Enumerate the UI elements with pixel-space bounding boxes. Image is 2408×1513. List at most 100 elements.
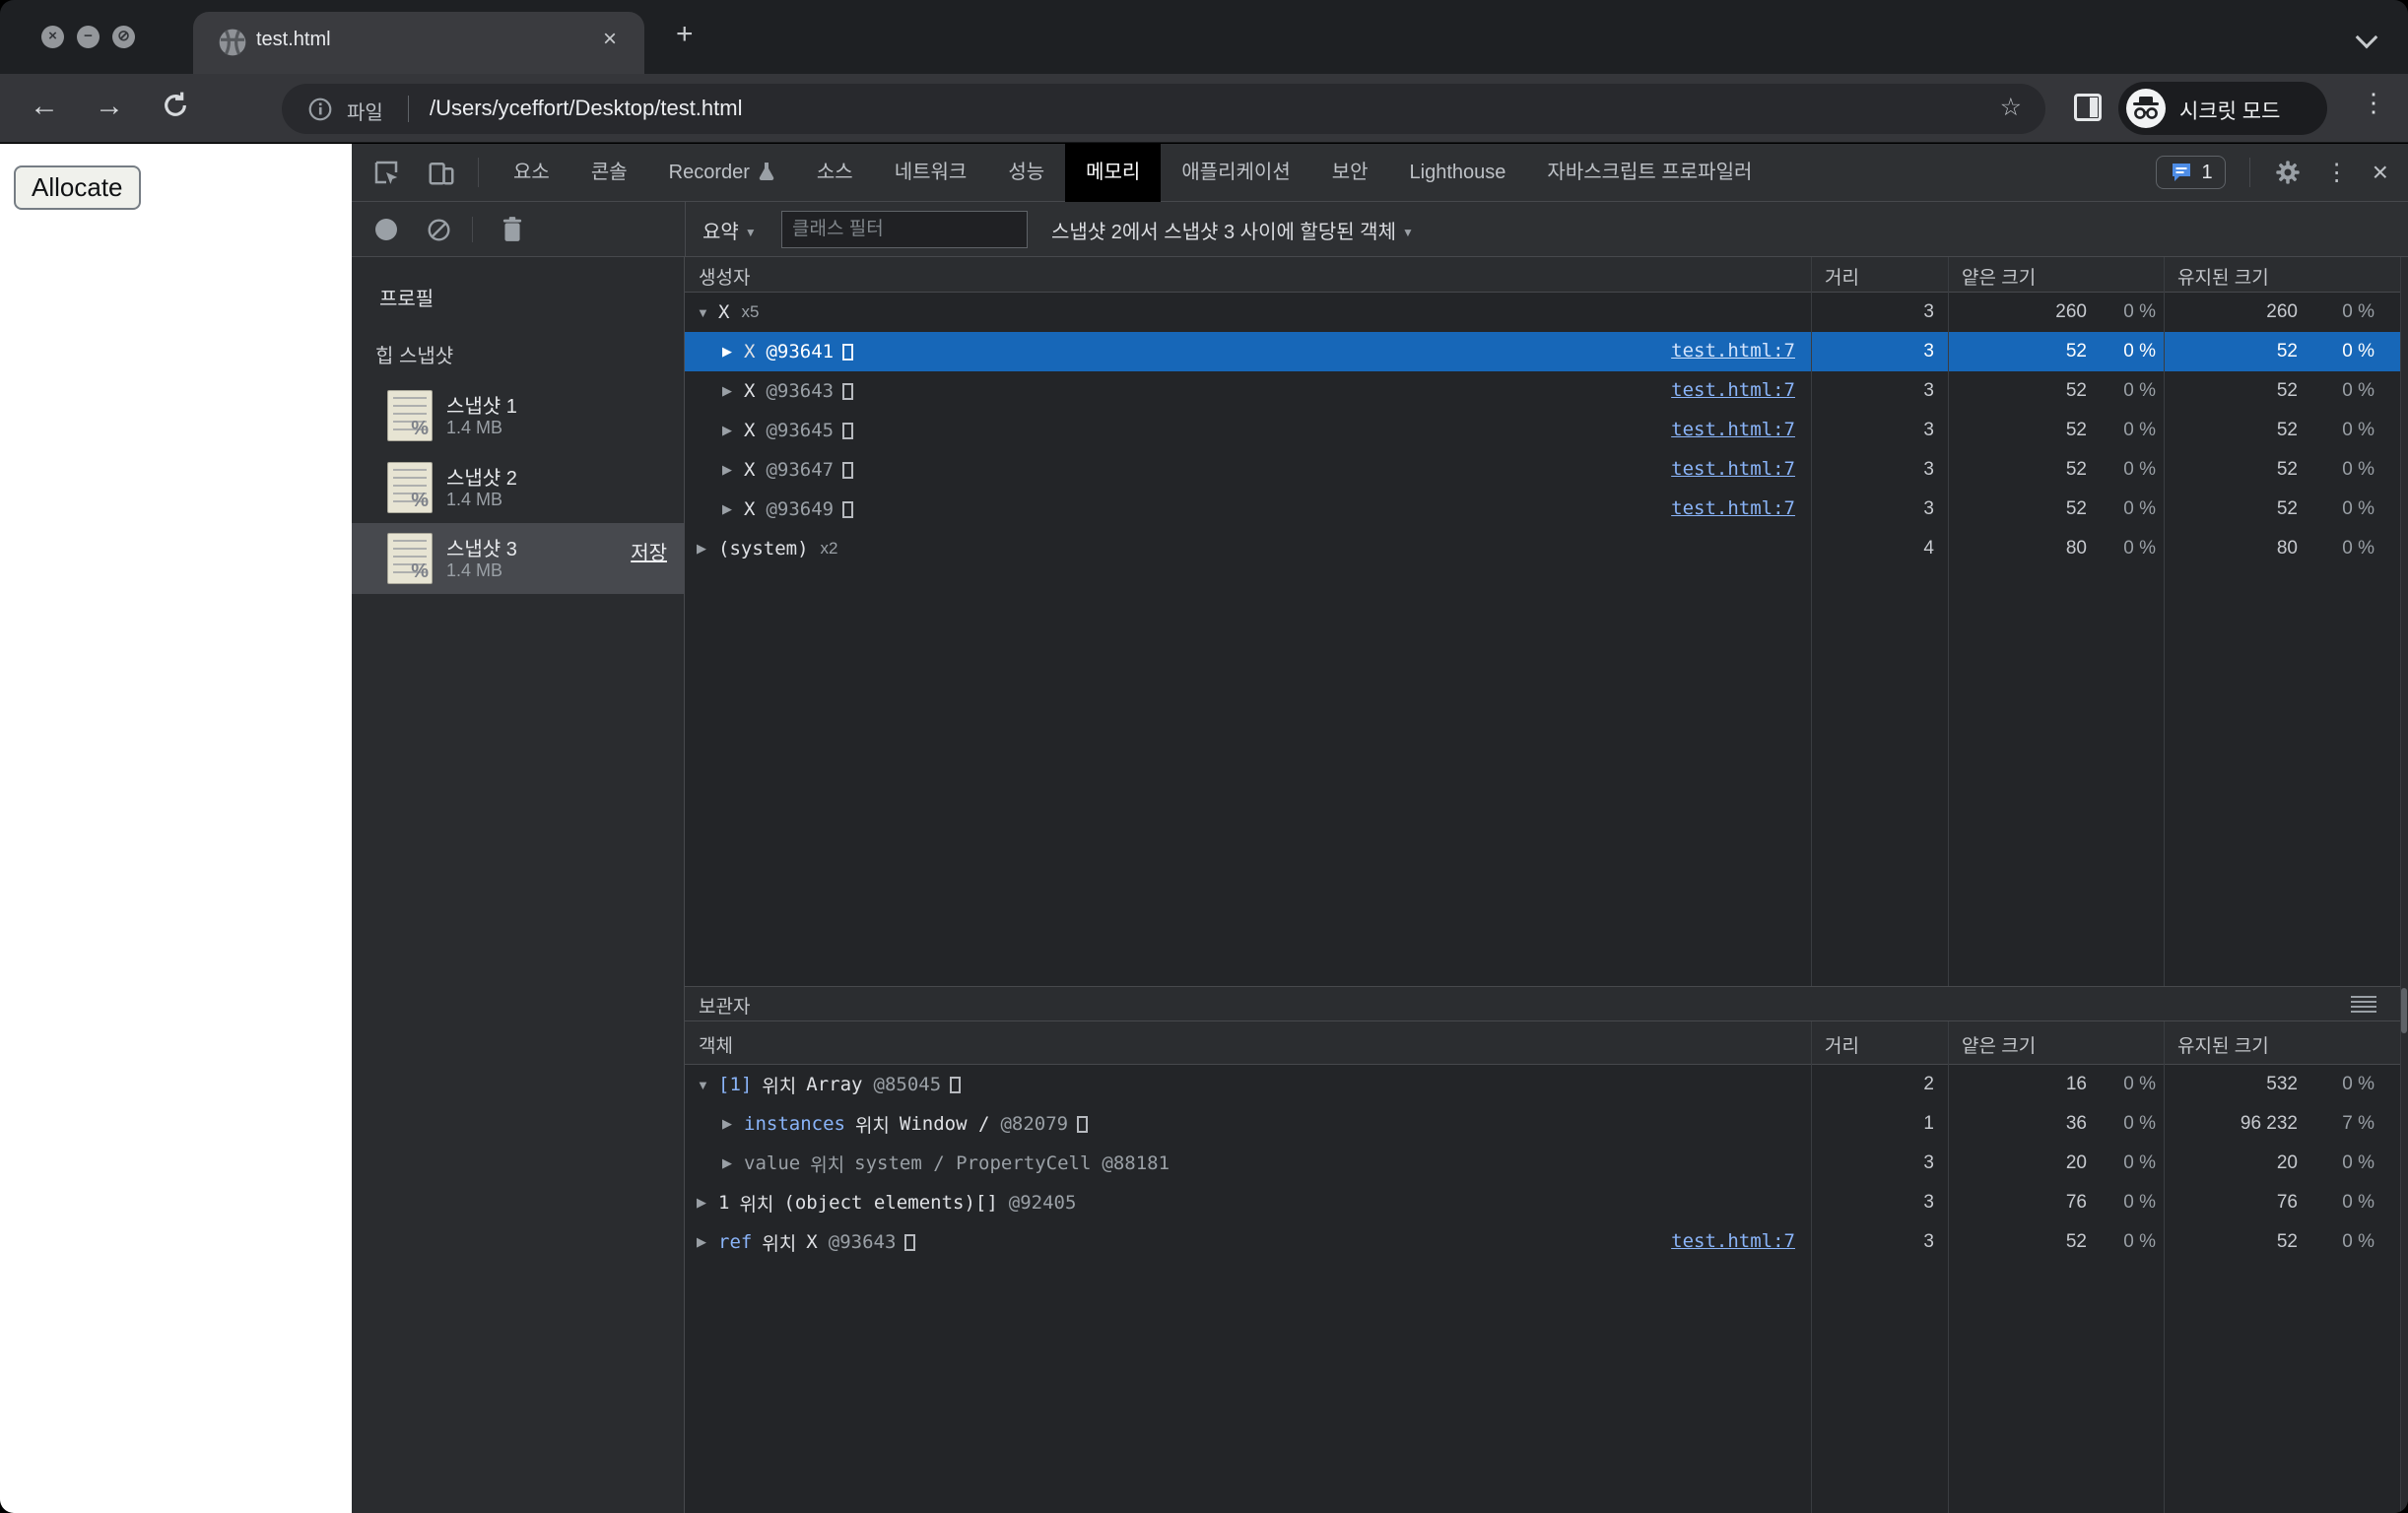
save-snapshot-link[interactable]: 저장 bbox=[631, 537, 667, 565]
expand-arrow[interactable]: ▶ bbox=[718, 1155, 744, 1171]
tab-console[interactable]: 콘솔 bbox=[570, 144, 648, 202]
browser-tab[interactable]: test.html × bbox=[193, 12, 644, 74]
bookmark-star-icon[interactable]: ☆ bbox=[2000, 93, 2022, 122]
expand-arrow[interactable]: ▶ bbox=[718, 462, 744, 478]
view-mode-select[interactable]: 요약 ▼ bbox=[702, 216, 757, 244]
browser-window: × − ⊘ test.html × + ← → 파일 /Users/yceffo… bbox=[0, 0, 2408, 1513]
class-filter-input[interactable] bbox=[781, 211, 1028, 248]
snapshot-item-selected[interactable]: % 스냅샷 3 1.4 MB 저장 bbox=[352, 523, 685, 594]
window-zoom-button[interactable]: ⊘ bbox=[112, 26, 135, 48]
tab-network[interactable]: 네트워크 bbox=[874, 144, 988, 202]
omnibox-divider bbox=[408, 96, 409, 122]
globe-favicon-icon bbox=[217, 27, 248, 58]
expand-arrow[interactable]: ▶ bbox=[718, 1116, 744, 1132]
settings-gear-icon[interactable] bbox=[2274, 159, 2302, 186]
source-link[interactable]: test.html:7 bbox=[1671, 1230, 1795, 1252]
expand-arrow[interactable]: ▶ bbox=[693, 541, 718, 557]
source-link[interactable]: test.html:7 bbox=[1671, 497, 1795, 519]
source-link[interactable]: test.html:7 bbox=[1671, 458, 1795, 480]
new-tab-button[interactable]: + bbox=[676, 18, 694, 51]
source-link[interactable]: test.html:7 bbox=[1671, 419, 1795, 440]
expand-arrow[interactable]: ▶ bbox=[718, 383, 744, 399]
retainers-menu-icon[interactable] bbox=[2351, 996, 2376, 1014]
retainers-header[interactable]: 객체 거리 얕은 크기 유지된 크기 bbox=[685, 1021, 2408, 1065]
source-link[interactable]: test.html:7 bbox=[1671, 340, 1795, 362]
trash-icon[interactable] bbox=[500, 216, 525, 243]
snapshot-size: 1.4 MB bbox=[446, 418, 503, 437]
window-close-button[interactable]: × bbox=[41, 26, 64, 48]
constructor-row-selected[interactable]: ▶ X @93641 test.html:7 3 52 0 % 52 0 % bbox=[685, 332, 2400, 371]
column-divider[interactable] bbox=[2164, 1021, 2165, 1513]
back-icon[interactable]: ← bbox=[30, 90, 59, 123]
constructor-row[interactable]: ▶ (system) x2 4 80 0 % 80 0 % bbox=[685, 529, 2400, 568]
expand-arrow[interactable]: ▶ bbox=[693, 1234, 718, 1250]
constructor-row[interactable]: ▶ X @93649 test.html:7 3 52 0 % 52 0 % bbox=[685, 490, 2400, 529]
incognito-icon bbox=[2126, 89, 2166, 128]
devtools-close-icon[interactable]: × bbox=[2373, 157, 2388, 188]
expand-arrow[interactable]: ▼ bbox=[693, 1078, 718, 1092]
retainer-row[interactable]: ▶ ref 위치 X @93643 test.html:7 3 52 0 % 52 0 % bbox=[685, 1222, 2400, 1262]
tab-performance[interactable]: 성능 bbox=[987, 144, 1065, 202]
record-icon[interactable] bbox=[375, 219, 397, 240]
constructors-header[interactable]: 생성자 거리 얕은 크기 유지된 크기 bbox=[685, 257, 2408, 293]
retainer-row[interactable]: ▶ 1 위치 (object elements)[] @92405 3 76 0 % 76… bbox=[685, 1183, 2400, 1222]
devtools-menu-icon[interactable]: ⋮ bbox=[2325, 159, 2349, 187]
allocation-scope-select[interactable]: 스냅샷 2에서 스냅샷 3 사이에 할당된 객체 ▼ bbox=[1051, 216, 1414, 244]
tab-application[interactable]: 애플리케이션 bbox=[1161, 144, 1310, 202]
forward-icon[interactable]: → bbox=[95, 90, 124, 123]
side-panel-icon[interactable] bbox=[2074, 94, 2102, 121]
expand-arrow[interactable]: ▶ bbox=[693, 1195, 718, 1211]
window-minimize-button[interactable]: − bbox=[77, 26, 100, 48]
retainer-row[interactable]: ▶ instances 위치 Window / @82079 1 36 0 % 96 23… bbox=[685, 1104, 2400, 1144]
column-divider[interactable] bbox=[1811, 1021, 1812, 1513]
column-divider[interactable] bbox=[1948, 257, 1949, 986]
expand-arrow[interactable]: ▶ bbox=[718, 423, 744, 438]
retainer-row[interactable]: ▼ [1] 위치 Array @85045 2 16 0 % 532 0 % bbox=[685, 1065, 2400, 1104]
column-divider[interactable] bbox=[1811, 257, 1812, 986]
url-text[interactable]: /Users/yceffort/Desktop/test.html bbox=[430, 96, 742, 121]
constructor-row[interactable]: ▶ X @93647 test.html:7 3 52 0 % 52 0 % bbox=[685, 450, 2400, 490]
allocate-button[interactable]: Allocate bbox=[14, 165, 141, 210]
expand-arrow[interactable]: ▶ bbox=[718, 501, 744, 517]
inspect-element-icon[interactable] bbox=[371, 158, 401, 187]
tab-js-profiler[interactable]: 자바스크립트 프로파일러 bbox=[1526, 144, 1773, 202]
constructor-row[interactable]: ▼ Xx5 3 260 0 % 260 0 % bbox=[685, 293, 2400, 332]
reload-icon[interactable] bbox=[160, 90, 191, 123]
tab-elements[interactable]: 요소 bbox=[493, 144, 570, 202]
profiles-sidebar: 프로필 힙 스냅샷 % 스냅샷 1 1.4 MB % 스냅샷 2 1.4 MB … bbox=[352, 257, 685, 1513]
tabbar-separator bbox=[2248, 158, 2250, 187]
snapshot-icon: % bbox=[387, 390, 433, 441]
retainer-row[interactable]: ▶ value 위치 system / PropertyCell @88181 3 20… bbox=[685, 1144, 2400, 1183]
incognito-label: 시크릿 모드 bbox=[2179, 100, 2281, 123]
tab-recorder[interactable]: Recorder bbox=[648, 144, 796, 202]
tab-search-chevron-icon[interactable] bbox=[2355, 26, 2378, 49]
tabbar-separator bbox=[478, 158, 479, 187]
tab-memory[interactable]: 메모리 bbox=[1065, 143, 1162, 202]
scrollbar-thumb[interactable] bbox=[2401, 988, 2407, 1033]
constructor-row[interactable]: ▶ X @93643 test.html:7 3 52 0 % 52 0 % bbox=[685, 371, 2400, 411]
object-glyph-icon bbox=[842, 500, 854, 518]
tab-security[interactable]: 보안 bbox=[1311, 144, 1389, 202]
device-toolbar-icon[interactable] bbox=[427, 158, 456, 187]
toolbar-separator bbox=[472, 217, 473, 242]
tab-close-icon[interactable]: × bbox=[603, 26, 617, 53]
browser-menu-icon[interactable]: ⋮ bbox=[2361, 88, 2386, 118]
tab-sources[interactable]: 소스 bbox=[796, 144, 874, 202]
info-icon[interactable] bbox=[307, 97, 333, 122]
heap-snapshots-section-label: 힙 스냅샷 bbox=[375, 346, 454, 367]
clear-icon[interactable] bbox=[427, 218, 451, 242]
address-bar[interactable]: 파일 /Users/yceffort/Desktop/test.html ☆ bbox=[282, 84, 2045, 134]
tab-lighthouse[interactable]: Lighthouse bbox=[1389, 144, 1527, 202]
column-divider[interactable] bbox=[1948, 1021, 1949, 1513]
object-glyph-icon bbox=[842, 422, 854, 439]
source-link[interactable]: test.html:7 bbox=[1671, 379, 1795, 401]
devtools-panel: 요소 콘솔 Recorder 소스 네트워크 성능 메모리 애플리케이션 보안 … bbox=[352, 143, 2408, 1513]
constructor-row[interactable]: ▶ X @93645 test.html:7 3 52 0 % 52 0 % bbox=[685, 411, 2400, 450]
snapshot-item[interactable]: % 스냅샷 2 1.4 MB bbox=[352, 452, 685, 523]
expand-arrow[interactable]: ▼ bbox=[693, 305, 718, 320]
column-divider[interactable] bbox=[2164, 257, 2165, 986]
issues-badge[interactable]: 1 bbox=[2155, 156, 2226, 189]
snapshot-item[interactable]: % 스냅샷 1 1.4 MB bbox=[352, 380, 685, 451]
scrollbar-track[interactable] bbox=[2400, 257, 2408, 1513]
expand-arrow[interactable]: ▶ bbox=[718, 344, 744, 360]
